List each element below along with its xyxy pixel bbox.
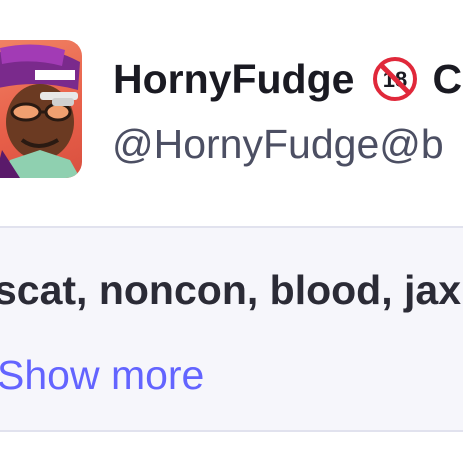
show-more-button[interactable]: Show more [0,349,204,401]
bio-text: scat, noncon, blood, jax [0,267,461,313]
avatar[interactable] [0,40,82,178]
display-name[interactable]: HornyFudge 18 C [113,50,462,105]
display-name-trailing-text: C [432,56,463,103]
page: HornyFudge 18 C @HornyFudge@b scat, nonc… [0,0,463,463]
avatar-image [0,44,80,178]
account-handle[interactable]: @HornyFudge@b [112,118,444,170]
display-name-text: HornyFudge [113,56,355,103]
bio-box: scat, noncon, blood, jax Show more [0,226,463,432]
account-header: HornyFudge 18 C @HornyFudge@b [0,0,463,226]
no-under-18-icon: 18 [372,56,418,102]
